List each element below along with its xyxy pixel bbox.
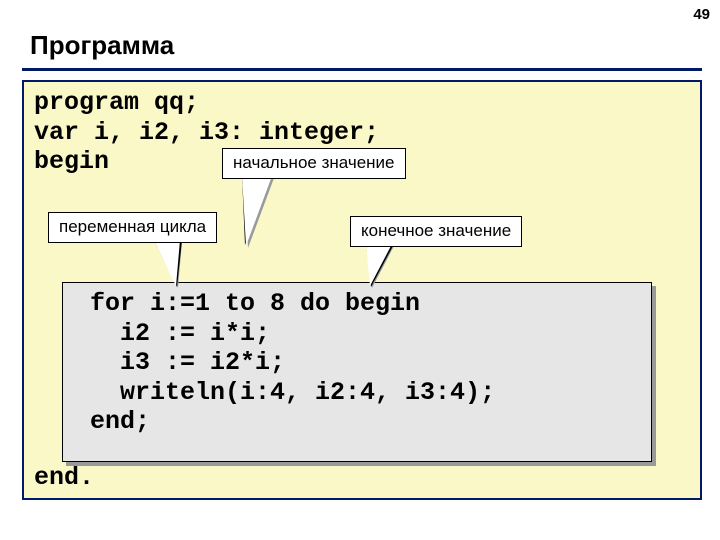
code-footer: end.: [34, 463, 94, 493]
callout-tail-fill: [242, 176, 272, 246]
slide-title: Программа: [30, 30, 174, 61]
callout-tail-fill: [366, 244, 392, 286]
callout-label: конечное значение: [350, 216, 522, 247]
callout-tail-fill: [154, 240, 180, 286]
title-rule: [22, 68, 702, 71]
callout-label: начальное значение: [222, 148, 406, 179]
inner-code-panel: for i:=1 to 8 do begin i2 := i*i; i3 := …: [62, 282, 652, 462]
page-number: 49: [693, 6, 710, 23]
loop-code: for i:=1 to 8 do begin i2 := i*i; i3 := …: [75, 289, 495, 437]
callout-label: переменная цикла: [48, 212, 217, 243]
code-panel: program qq; var i, i2, i3: integer; begi…: [22, 80, 702, 500]
